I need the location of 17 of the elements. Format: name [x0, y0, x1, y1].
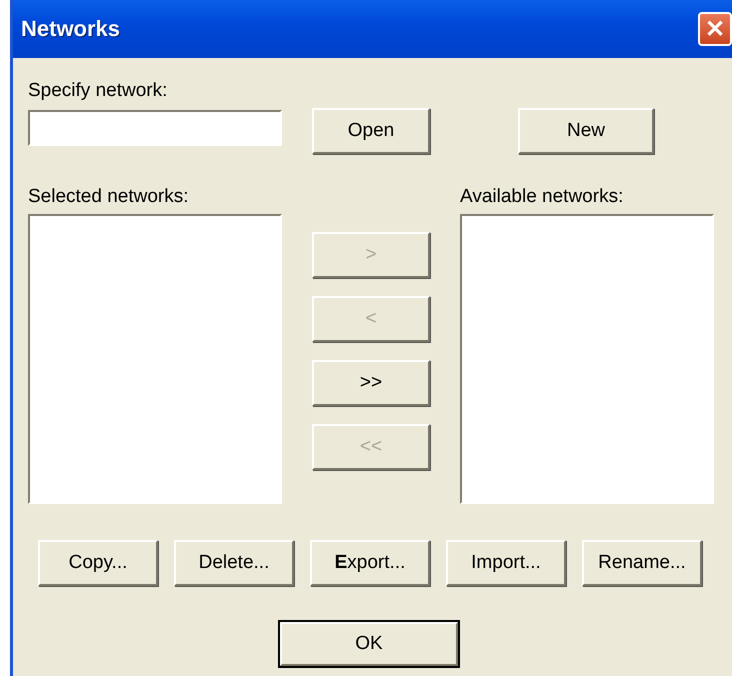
move-button[interactable]: >> — [312, 360, 430, 406]
open-button[interactable]: Open — [312, 108, 430, 154]
list-label: Selected networks: — [28, 186, 190, 208]
available-networks-list[interactable] — [460, 214, 714, 504]
action-button[interactable]: Rename... — [582, 540, 702, 586]
field-label: Specify network: — [28, 80, 168, 102]
action-button[interactable]: Delete... — [174, 540, 294, 586]
selected-networks-list[interactable] — [28, 214, 282, 504]
list-label: Available networks: — [460, 186, 624, 208]
ok-button[interactable]: OK — [280, 622, 458, 666]
new-button[interactable]: New — [518, 108, 654, 154]
action-button[interactable]: Copy... — [38, 540, 158, 586]
close-button[interactable]: ✕ — [698, 12, 732, 46]
action-button[interactable]: Import... — [446, 540, 566, 586]
action-button[interactable]: Export... — [310, 540, 430, 586]
window-title: Networks — [21, 16, 120, 42]
network-field[interactable] — [28, 110, 282, 146]
